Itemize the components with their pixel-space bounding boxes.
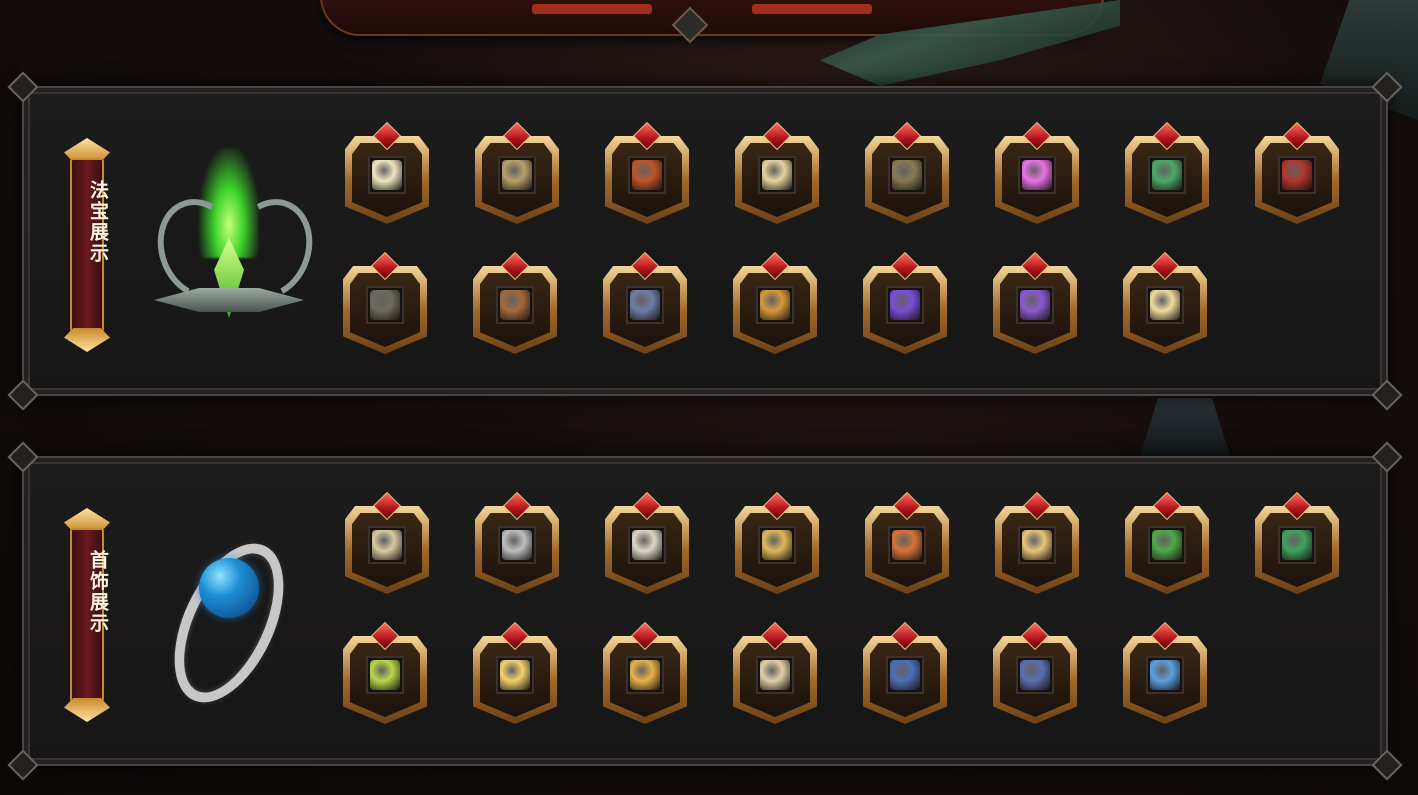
blue-orb-ring-icon: [144, 518, 314, 720]
silver-brooch-icon: [502, 530, 532, 560]
item-slot[interactable]: [342, 121, 432, 230]
banner-segment: [752, 4, 872, 14]
green-red-pendant-icon: [1282, 530, 1312, 560]
banner-gem-icon: [671, 6, 709, 44]
item-slot[interactable]: [860, 251, 950, 360]
item-slot[interactable]: [1122, 491, 1212, 600]
item-slot[interactable]: [732, 121, 822, 230]
ring-orb: [199, 558, 259, 618]
item-slot[interactable]: [992, 491, 1082, 600]
bamboo-slips-icon: [500, 290, 530, 320]
item-slot[interactable]: [600, 251, 690, 360]
scroll-bundle-icon: [502, 160, 532, 190]
red-gem-bracer-icon: [1020, 660, 1050, 690]
blue-book-icon: [630, 290, 660, 320]
artifact-showcase-panel: 法宝展示: [7, 71, 1403, 411]
blue-gem-bracer-icon: [890, 660, 920, 690]
section-label: 首饰展示: [64, 508, 110, 722]
corner-ornament: [7, 71, 39, 103]
ring-band: [152, 526, 306, 720]
corner-ornament: [1371, 379, 1403, 411]
corner-ornament: [7, 379, 39, 411]
section-title: 法宝展示: [87, 180, 109, 264]
stone-slab-icon: [370, 290, 400, 320]
jeweled-shield-icon: [630, 660, 660, 690]
item-slot[interactable]: [1120, 621, 1210, 730]
item-slot[interactable]: [342, 491, 432, 600]
item-slot[interactable]: [600, 621, 690, 730]
item-slot[interactable]: [472, 491, 562, 600]
blue-crystal-bracer-icon: [1150, 660, 1180, 690]
jade-charm-icon: [1152, 530, 1182, 560]
item-slot[interactable]: [602, 491, 692, 600]
item-slot[interactable]: [732, 491, 822, 600]
green-amulet-icon: [370, 660, 400, 690]
label-cap-icon: [64, 698, 110, 722]
paper-scroll-icon: [762, 160, 792, 190]
gem-ring-icon: [892, 530, 922, 560]
item-slot[interactable]: [472, 121, 562, 230]
item-slot[interactable]: [862, 491, 952, 600]
item-slot[interactable]: [992, 121, 1082, 230]
diamond-ring-icon: [1022, 530, 1052, 560]
pearl-necklace-icon: [372, 530, 402, 560]
item-slot[interactable]: [1122, 121, 1212, 230]
purple-book-icon: [1020, 290, 1050, 320]
item-slot[interactable]: [862, 121, 952, 230]
green-emblem-icon: [144, 148, 326, 338]
item-slot[interactable]: [470, 621, 560, 730]
item-slot[interactable]: [730, 251, 820, 360]
item-slot[interactable]: [1252, 121, 1342, 230]
item-slot[interactable]: [470, 251, 560, 360]
corner-ornament: [1371, 749, 1403, 781]
section-label: 法宝展示: [64, 138, 110, 352]
item-slot[interactable]: [340, 251, 430, 360]
bone-hand-icon: [632, 530, 662, 560]
banner-segment: [532, 4, 652, 14]
pink-crystal-icon: [1022, 160, 1052, 190]
corner-ornament: [1371, 441, 1403, 473]
corner-ornament: [7, 441, 39, 473]
red-box-icon: [1282, 160, 1312, 190]
gold-chain-icon: [762, 530, 792, 560]
jewelry-showcase-panel: 首饰展示: [7, 441, 1403, 781]
green-sword-icon: [1152, 160, 1182, 190]
jade-disc-icon: [372, 160, 402, 190]
item-slot[interactable]: [1120, 251, 1210, 360]
item-slot[interactable]: [730, 621, 820, 730]
red-dagger-icon: [632, 160, 662, 190]
item-slot[interactable]: [1252, 491, 1342, 600]
tablet-icon: [892, 160, 922, 190]
golden-shell-icon: [760, 290, 790, 320]
item-slot[interactable]: [860, 621, 950, 730]
purple-orb-icon: [890, 290, 920, 320]
corner-ornament: [7, 749, 39, 781]
item-slot[interactable]: [340, 621, 430, 730]
item-slot[interactable]: [990, 251, 1080, 360]
sun-medal-icon: [500, 660, 530, 690]
golden-bowl-icon: [1150, 290, 1180, 320]
item-slot[interactable]: [990, 621, 1080, 730]
section-title: 首饰展示: [87, 550, 109, 634]
label-cap-icon: [64, 328, 110, 352]
armor-leg-decoration: [1140, 398, 1230, 456]
jeweled-bracelet-icon: [760, 660, 790, 690]
item-slot[interactable]: [602, 121, 692, 230]
